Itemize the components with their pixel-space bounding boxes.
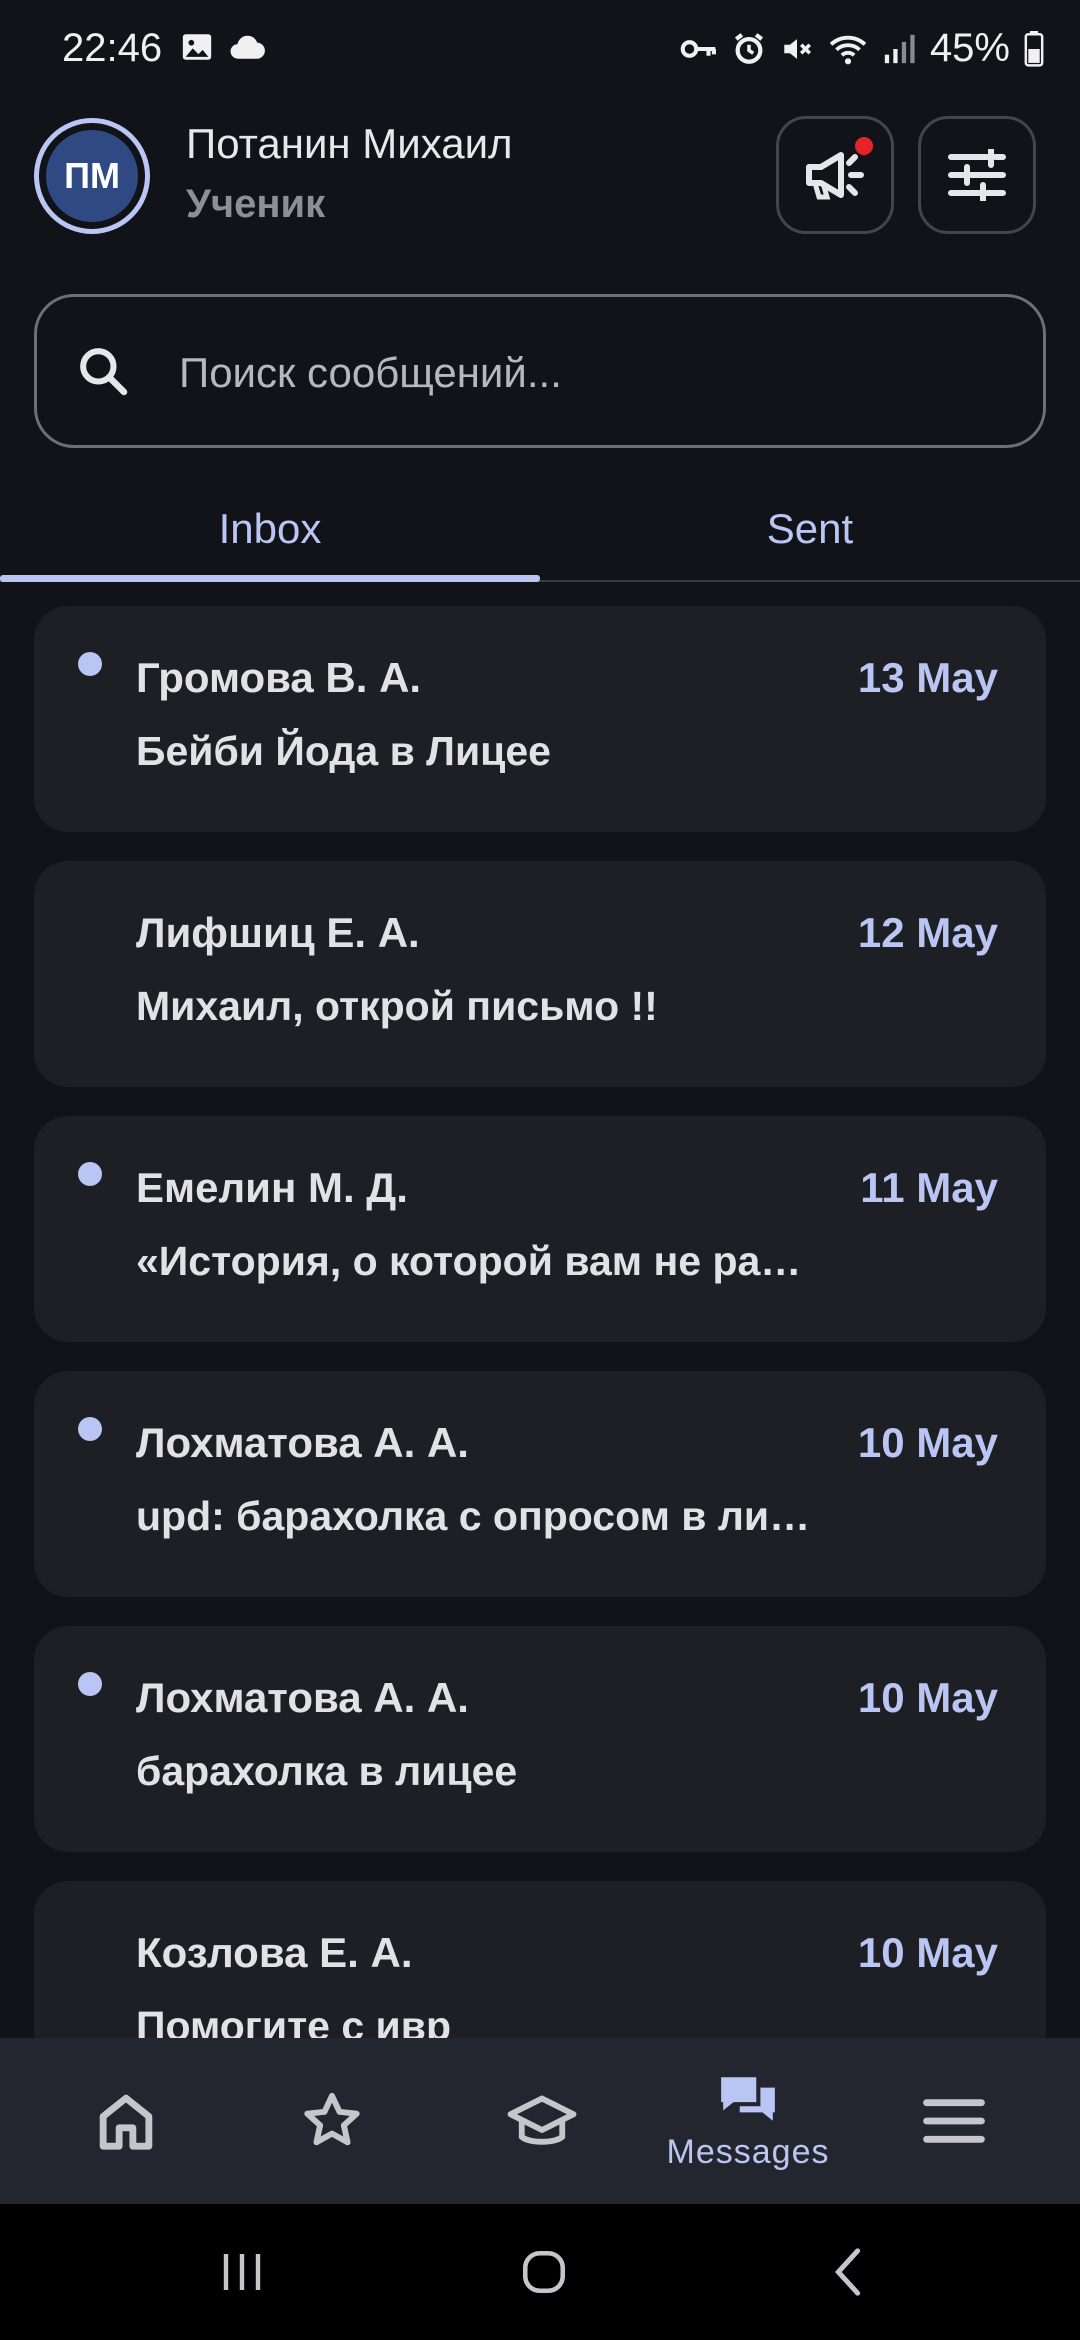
list-item[interactable]: Лохматова А. А. 10 May барахолка в лицее bbox=[34, 1626, 1046, 1852]
battery-icon bbox=[1024, 30, 1044, 67]
message-subject: Михаил, открой письмо !! bbox=[136, 983, 658, 1029]
megaphone-icon bbox=[803, 147, 867, 203]
search-bar[interactable] bbox=[34, 294, 1046, 448]
status-time: 22:46 bbox=[62, 26, 163, 70]
avatar[interactable]: ПМ bbox=[34, 118, 150, 234]
message-date: 10 May bbox=[857, 1929, 998, 1976]
star-icon bbox=[300, 2089, 364, 2153]
message-subject: Бейби Йода в Лицее bbox=[136, 728, 551, 774]
message-subject: Помогите с ивр bbox=[136, 2003, 452, 2038]
back-button[interactable] bbox=[788, 2242, 908, 2302]
wifi-icon bbox=[828, 32, 868, 66]
unread-indicator bbox=[78, 652, 102, 676]
message-sender: Лохматова А. А. bbox=[136, 1674, 469, 1721]
message-date: 10 May bbox=[857, 1419, 998, 1466]
message-date: 12 May bbox=[857, 909, 998, 956]
battery-percent: 45% bbox=[929, 26, 1010, 70]
announcements-button[interactable] bbox=[776, 116, 894, 234]
message-sender: Громова В. А. bbox=[136, 654, 422, 701]
tab-sent[interactable]: Sent bbox=[540, 476, 1080, 582]
signal-icon bbox=[882, 32, 916, 66]
message-sender: Лохматова А. А. bbox=[136, 1419, 469, 1466]
message-sender: Емелин М. Д. bbox=[136, 1164, 408, 1211]
nav-home[interactable] bbox=[18, 2038, 234, 2204]
cloud-icon bbox=[228, 32, 266, 62]
messages-icon bbox=[717, 2071, 779, 2127]
home-icon bbox=[94, 2089, 158, 2153]
tab-inbox[interactable]: Inbox bbox=[0, 476, 540, 582]
tab-inbox-label: Inbox bbox=[218, 505, 322, 552]
nav-messages[interactable]: Messages bbox=[640, 2038, 856, 2204]
recent-apps-button[interactable] bbox=[182, 2242, 302, 2302]
recent-apps-icon bbox=[218, 2250, 266, 2294]
message-date: 13 May bbox=[857, 654, 998, 701]
message-subject: upd: барахолка с опросом в ли… bbox=[136, 1493, 811, 1539]
list-item[interactable]: Лохматова А. А. 10 May upd: барахолка с … bbox=[34, 1371, 1046, 1597]
active-tab-indicator bbox=[0, 575, 540, 582]
tab-sent-label: Sent bbox=[766, 505, 854, 552]
unread-indicator bbox=[78, 1672, 102, 1696]
nav-favorites[interactable] bbox=[224, 2038, 440, 2204]
list-item[interactable]: Лифшиц Е. А. 12 May Михаил, открой письм… bbox=[34, 861, 1046, 1087]
menu-icon bbox=[922, 2095, 986, 2147]
home-circle-icon bbox=[519, 2247, 569, 2297]
search-icon bbox=[75, 343, 131, 399]
nav-education[interactable] bbox=[434, 2038, 650, 2204]
message-subject: барахолка в лицее bbox=[136, 1748, 518, 1794]
list-item[interactable]: Козлова Е. А. 10 May Помогите с ивр bbox=[34, 1881, 1046, 2038]
mute-icon bbox=[780, 32, 814, 66]
message-subject: «История, о которой вам не ра… bbox=[136, 1238, 802, 1284]
graduation-cap-icon bbox=[506, 2089, 578, 2153]
back-chevron-icon bbox=[828, 2247, 868, 2297]
alarm-icon bbox=[732, 32, 766, 66]
search-input[interactable] bbox=[177, 337, 1001, 409]
notification-dot bbox=[855, 137, 873, 155]
system-navigation-bar bbox=[0, 2204, 1080, 2340]
nav-menu[interactable] bbox=[846, 2038, 1062, 2204]
message-tabs: Inbox Sent bbox=[0, 476, 1080, 582]
message-sender: Козлова Е. А. bbox=[136, 1929, 413, 1976]
sliders-icon bbox=[947, 149, 1007, 201]
filter-button[interactable] bbox=[918, 116, 1036, 234]
bottom-navigation: Messages bbox=[0, 2038, 1080, 2204]
user-role: Ученик bbox=[186, 182, 326, 226]
home-button[interactable] bbox=[484, 2242, 604, 2302]
avatar-initials: ПМ bbox=[46, 130, 138, 222]
list-item[interactable]: Емелин М. Д. 11 May «История, о которой … bbox=[34, 1116, 1046, 1342]
message-date: 11 May bbox=[860, 1164, 998, 1211]
status-bar: 22:46 45% bbox=[0, 0, 1080, 100]
key-icon bbox=[680, 34, 718, 64]
nav-messages-label: Messages bbox=[666, 2132, 830, 2171]
unread-indicator bbox=[78, 1417, 102, 1441]
profile-header: ПМ Потанин Михаил Ученик bbox=[0, 100, 1080, 290]
image-icon bbox=[180, 30, 214, 64]
list-item[interactable]: Громова В. А. 13 May Бейби Йода в Лицее bbox=[34, 606, 1046, 832]
message-date: 10 May bbox=[857, 1674, 998, 1721]
message-list[interactable]: Громова В. А. 13 May Бейби Йода в Лицее … bbox=[34, 606, 1046, 2038]
message-sender: Лифшиц Е. А. bbox=[136, 909, 420, 956]
user-name: Потанин Михаил bbox=[186, 120, 513, 167]
unread-indicator bbox=[78, 1162, 102, 1186]
